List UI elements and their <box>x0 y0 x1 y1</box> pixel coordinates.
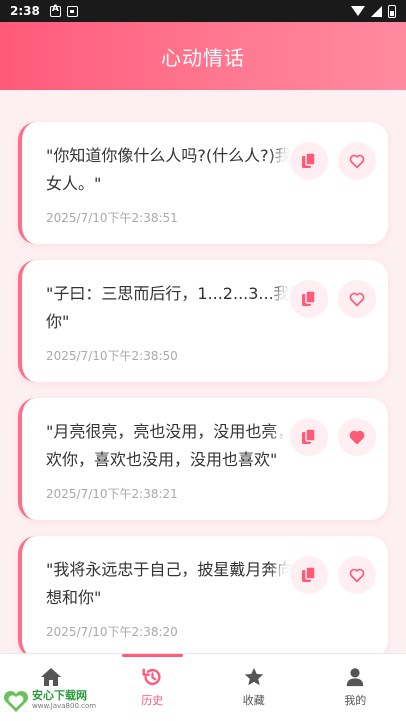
copy-button[interactable] <box>290 142 328 180</box>
history-icon <box>142 668 161 686</box>
page-title: 心动情话 <box>161 45 245 70</box>
quote-timestamp: 2025/7/10下午2:38:51 <box>46 211 178 225</box>
copy-icon <box>302 152 316 168</box>
user-icon <box>347 668 364 687</box>
quote-line-2: 你" <box>46 312 70 331</box>
quote-timestamp: 2025/7/10下午2:38:50 <box>46 349 178 363</box>
copy-button[interactable] <box>290 556 328 594</box>
quote-card[interactable]: "你知道你像什么人吗?(什么人?)我 女人。" 2025/7/10下午2:38:… <box>18 122 388 244</box>
nav-item-profile[interactable]: 我的 <box>305 654 406 721</box>
watermark-url: www.Java800.com <box>32 702 97 710</box>
quote-line-2: 想和你" <box>46 588 102 607</box>
heart-logo-icon <box>3 690 29 712</box>
home-icon <box>40 668 61 686</box>
quote-text: "我将永远忠于自己，披星戴月奔向 想和你" <box>46 556 296 612</box>
quote-line-1: "月亮很亮，亮也没用，没用也亮， <box>46 422 294 441</box>
favorite-button[interactable] <box>338 418 376 456</box>
favorite-button[interactable] <box>338 142 376 180</box>
watermark-name: 安心下载网 <box>32 689 87 702</box>
heart-outline-icon <box>349 292 365 307</box>
quote-line-1: "子曰：三思而后行，1...2...3...我喜 <box>46 284 306 303</box>
copy-button[interactable] <box>290 418 328 456</box>
quote-timestamp: 2025/7/10下午2:38:20 <box>46 625 178 639</box>
wifi-icon <box>351 6 365 16</box>
notification-a-icon <box>49 4 61 17</box>
copy-button[interactable] <box>290 280 328 318</box>
copy-icon <box>302 290 316 306</box>
favorite-button[interactable] <box>338 556 376 594</box>
quote-line-2: 女人。" <box>46 174 102 193</box>
copy-icon <box>302 566 316 582</box>
quote-text: "月亮很亮，亮也没用，没用也亮， 欢你，喜欢也没用，没用也喜欢" <box>46 418 296 474</box>
quote-line-1: "你知道你像什么人吗?(什么人?)我 <box>46 146 291 165</box>
nav-label-history: 历史 <box>141 694 164 707</box>
signal-icon <box>371 5 382 17</box>
star-icon <box>244 667 263 686</box>
heart-filled-icon <box>349 430 365 445</box>
history-list[interactable]: "你知道你像什么人吗?(什么人?)我 女人。" 2025/7/10下午2:38:… <box>0 90 406 653</box>
status-bar: 2:38 <box>0 0 406 22</box>
quote-text: "你知道你像什么人吗?(什么人?)我 女人。" <box>46 142 296 198</box>
heart-outline-icon <box>349 568 365 583</box>
copy-icon <box>302 428 316 444</box>
quote-text: "子曰：三思而后行，1...2...3...我喜 你" <box>46 280 306 336</box>
nav-label-profile: 我的 <box>344 694 367 707</box>
quote-card[interactable]: "子曰：三思而后行，1...2...3...我喜 你" 2025/7/10下午2… <box>18 260 388 382</box>
app-header: 心动情话 <box>0 22 406 90</box>
quote-timestamp: 2025/7/10下午2:38:21 <box>46 487 178 501</box>
notification-image-icon <box>66 5 78 17</box>
battery-icon <box>388 4 396 18</box>
nav-item-favorites[interactable]: 收藏 <box>203 654 305 721</box>
nav-item-history[interactable]: 历史 <box>102 654 204 721</box>
watermark-logo: 安心下载网 www.Java800.com <box>2 688 96 714</box>
quote-card[interactable]: "月亮很亮，亮也没用，没用也亮， 欢你，喜欢也没用，没用也喜欢" 2025/7/… <box>18 398 388 520</box>
status-time: 2:38 <box>10 4 40 18</box>
quote-card[interactable]: "我将永远忠于自己，披星戴月奔向 想和你" 2025/7/10下午2:38:20 <box>18 536 388 653</box>
nav-label-favorites: 收藏 <box>242 694 265 707</box>
quote-line-2: 欢你，喜欢也没用，没用也喜欢" <box>46 450 278 469</box>
quote-line-1: "我将永远忠于自己，披星戴月奔向 <box>46 560 294 579</box>
heart-outline-icon <box>349 154 365 169</box>
favorite-button[interactable] <box>338 280 376 318</box>
active-tab-indicator <box>121 654 183 657</box>
